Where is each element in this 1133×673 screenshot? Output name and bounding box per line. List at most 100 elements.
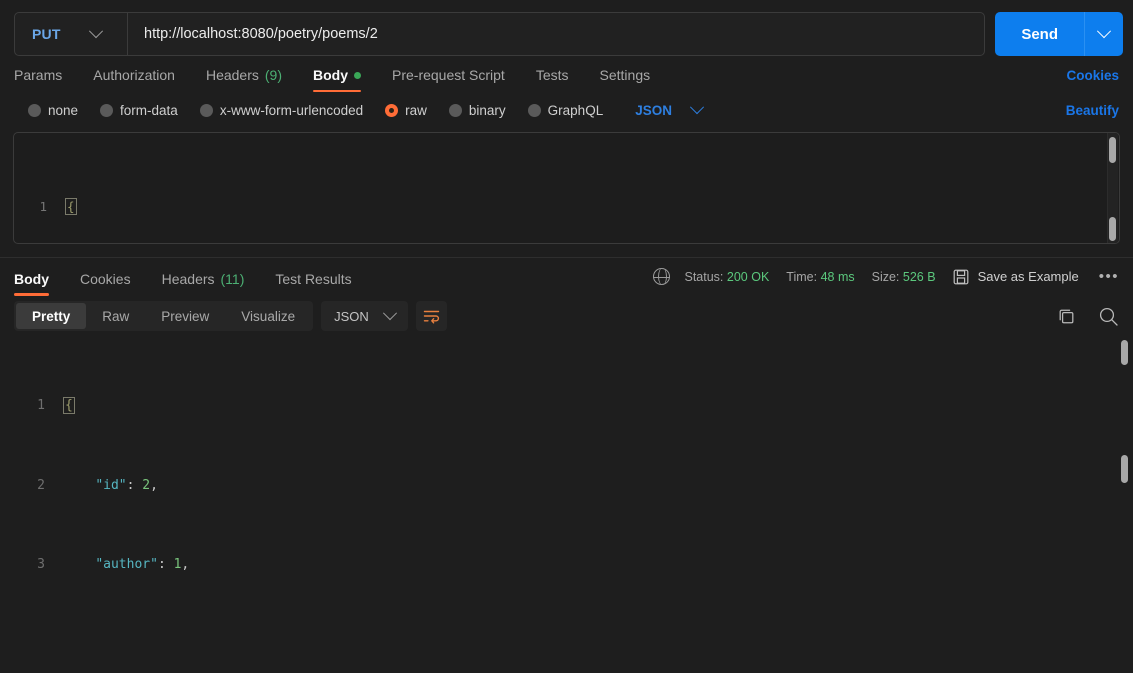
scrollbar-thumb[interactable] (1121, 340, 1128, 365)
headers-count: (9) (264, 67, 282, 83)
body-type-label: binary (468, 102, 506, 118)
tab-pre-request-script[interactable]: Pre-request Script (392, 67, 505, 92)
scrollbar-thumb[interactable] (1109, 137, 1116, 163)
resp-theme-value: Tristeza (174, 636, 237, 637)
send-button-group: Send (995, 12, 1123, 56)
response-view-toolbar: Pretty Raw Preview Visualize JSON (0, 295, 1133, 337)
tab-body[interactable]: Body (313, 67, 361, 92)
line-content: "author": 1, (95, 556, 190, 572)
response-format-select[interactable]: JSON (321, 301, 408, 331)
body-type-label: GraphQL (547, 102, 604, 118)
view-mode-preview[interactable]: Preview (145, 303, 225, 329)
url-input[interactable]: http://localhost:8080/poetry/poems/2 (128, 13, 984, 55)
scrollbar-thumb[interactable] (1109, 217, 1116, 241)
radio-icon (28, 103, 41, 117)
view-mode-raw[interactable]: Raw (86, 303, 145, 329)
request-body-editor[interactable]: 1 { 2 ····"author"·:·1, 3 ····"title"·:·… (13, 132, 1120, 244)
send-button[interactable]: Send (995, 12, 1085, 56)
response-body-viewer[interactable]: 1 { 2 "id": 2, 3 "author": 1, 4 "theme":… (0, 337, 1133, 637)
response-tab-test-results[interactable]: Test Results (275, 271, 351, 296)
body-type-label: raw (405, 102, 427, 118)
code-line: 2 "id": 2, (0, 476, 1133, 496)
response-code: 1 { 2 "id": 2, 3 "author": 1, 4 "theme":… (0, 337, 1133, 637)
tab-label: Tests (535, 67, 569, 83)
save-as-example-button[interactable]: Save as Example (953, 269, 1079, 285)
resp-id-value: 2 (142, 477, 151, 493)
beautify-link[interactable]: Beautify (1066, 103, 1119, 118)
send-options-button[interactable] (1085, 12, 1123, 56)
radio-icon (527, 103, 541, 117)
body-type-binary[interactable]: binary (448, 102, 506, 118)
size-value: 526 B (902, 269, 936, 284)
response-meta: Status: 200 OK Time: 48 ms Size: 526 B S… (653, 268, 1119, 285)
chevron-down-icon (382, 306, 397, 321)
more-options-icon[interactable]: ••• (1099, 269, 1119, 284)
body-modified-dot-icon (354, 71, 361, 79)
tab-tests[interactable]: Tests (536, 67, 569, 92)
tab-label: Headers (161, 270, 215, 287)
save-as-example-label: Save as Example (977, 269, 1079, 284)
request-editor-scrollbar[interactable] (1107, 133, 1118, 243)
body-type-urlencoded[interactable]: x-www-form-urlencoded (199, 102, 364, 118)
http-method-select[interactable]: PUT (15, 13, 128, 55)
cookies-link[interactable]: Cookies (1066, 68, 1119, 92)
time-value: 48 ms (820, 269, 855, 284)
globe-icon (653, 268, 671, 285)
search-icon (1099, 307, 1118, 326)
view-mode-visualize[interactable]: Visualize (225, 303, 311, 329)
url-field-group: PUT http://localhost:8080/poetry/poems/2 (14, 12, 986, 56)
body-type-label: none (48, 102, 79, 118)
raw-format-select[interactable]: JSON (635, 100, 705, 118)
tab-label: Body (313, 67, 348, 83)
tab-label: Test Results (275, 270, 352, 287)
response-scrollbar[interactable] (1119, 337, 1130, 637)
response-format-label: JSON (334, 308, 369, 324)
body-type-label: x-www-form-urlencoded (219, 102, 364, 118)
response-tab-body[interactable]: Body (14, 271, 49, 296)
request-code: 1 { 2 ····"author"·:·1, 3 ····"title"·:·… (14, 133, 1119, 243)
line-number: 4 (0, 634, 56, 637)
tab-settings[interactable]: Settings (600, 67, 651, 92)
scrollbar-thumb[interactable] (1121, 455, 1128, 483)
chevron-down-icon (1096, 24, 1112, 39)
body-type-form-data[interactable]: form-data (100, 103, 178, 118)
response-tab-cookies[interactable]: Cookies (80, 271, 131, 296)
copy-button[interactable] (1057, 307, 1076, 326)
http-method-label: PUT (32, 26, 61, 42)
body-type-row: none form-data x-www-form-urlencoded raw… (0, 92, 1133, 128)
code-line: 4 "theme": "Tristeza", (0, 634, 1133, 637)
body-type-raw[interactable]: raw (385, 103, 427, 118)
radio-icon (199, 103, 213, 117)
view-mode-pretty[interactable]: Pretty (16, 303, 87, 329)
body-type-graphql[interactable]: GraphQL (527, 102, 604, 118)
tab-label: Headers (205, 67, 259, 83)
tab-authorization[interactable]: Authorization (93, 67, 175, 92)
response-tab-headers[interactable]: Headers (11) (162, 271, 245, 296)
tab-label: Settings (599, 67, 651, 83)
request-tabs: Params Authorization Headers (9) Body Pr… (0, 58, 1133, 92)
line-number: 1 (39, 198, 47, 214)
code-line: 1 { (14, 197, 1119, 217)
tab-headers[interactable]: Headers (9) (206, 67, 282, 92)
code-line: 1 { (0, 396, 1133, 416)
time-badge: Time: 48 ms (786, 270, 854, 284)
tab-label: Params (14, 67, 63, 83)
response-actions (1057, 306, 1119, 327)
wrap-text-icon (423, 310, 439, 323)
line-content: { (65, 197, 77, 215)
tab-label: Pre-request Script (392, 67, 505, 83)
chevron-down-icon (689, 100, 705, 115)
body-type-label: form-data (120, 102, 178, 118)
status-badge: Status: 200 OK (684, 270, 769, 284)
copy-icon (1059, 309, 1074, 323)
tab-params[interactable]: Params (14, 67, 62, 92)
tab-label: Body (14, 270, 49, 287)
search-button[interactable] (1098, 306, 1119, 327)
response-bar: Body Cookies Headers (11) Test Results S… (0, 257, 1133, 296)
line-number: 2 (37, 477, 45, 493)
line-number: 1 (37, 398, 45, 414)
size-badge: Size: 526 B (872, 270, 936, 284)
line-content: "theme": "Tristeza", (56, 634, 1133, 637)
wrap-lines-button[interactable] (415, 301, 447, 331)
body-type-none[interactable]: none (28, 103, 78, 118)
